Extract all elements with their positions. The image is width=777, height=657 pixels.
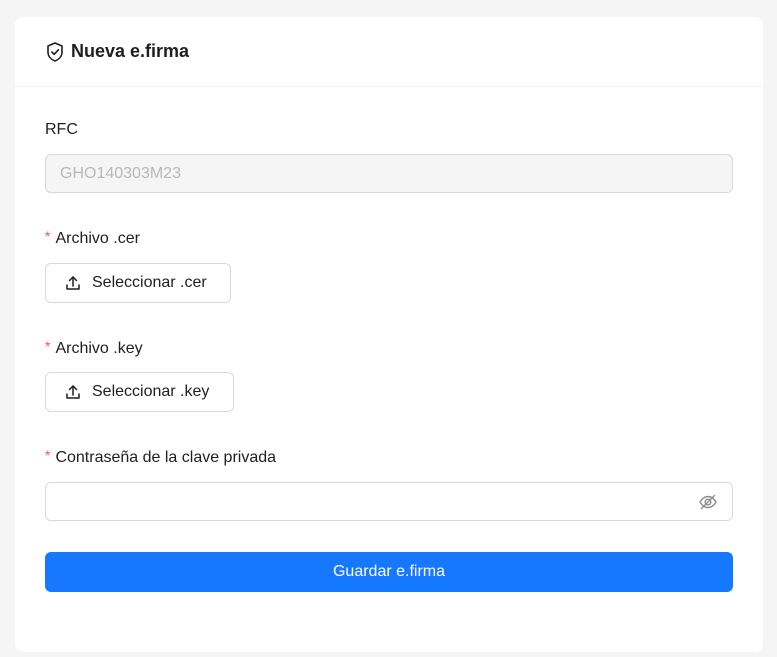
password-label: * Contraseña de la clave privada xyxy=(45,447,277,467)
required-mark: * xyxy=(45,338,51,354)
shield-check-icon xyxy=(45,41,65,63)
password-input[interactable] xyxy=(45,482,733,521)
select-key-label: Seleccionar .key xyxy=(92,383,210,400)
select-cer-button[interactable]: Seleccionar .cer xyxy=(45,263,231,303)
save-efirma-label: Guardar e.firma xyxy=(332,563,446,580)
card-header: Nueva e.firma xyxy=(15,17,763,87)
select-cer-label: Seleccionar .cer xyxy=(92,274,207,291)
efirma-card: Nueva e.firma RFC GHO140303M23 * Archivo… xyxy=(15,17,763,652)
eye-invisible-icon[interactable] xyxy=(698,492,718,512)
upload-icon xyxy=(64,274,82,292)
password-label-text: Contraseña de la clave privada xyxy=(55,449,277,466)
rfc-input[interactable]: GHO140303M23 xyxy=(45,154,733,193)
rfc-label-text: RFC xyxy=(45,121,78,138)
cer-label: * Archivo .cer xyxy=(45,228,140,248)
save-efirma-button[interactable]: Guardar e.firma xyxy=(45,552,733,592)
upload-icon xyxy=(64,383,82,401)
rfc-value: GHO140303M23 xyxy=(60,164,181,182)
required-mark: * xyxy=(45,228,51,244)
key-label: * Archivo .key xyxy=(45,338,143,358)
card-title: Nueva e.firma xyxy=(71,41,190,61)
rfc-label: RFC xyxy=(45,121,78,139)
key-label-text: Archivo .key xyxy=(55,340,143,357)
cer-label-text: Archivo .cer xyxy=(55,230,140,247)
required-mark: * xyxy=(45,447,51,463)
select-key-button[interactable]: Seleccionar .key xyxy=(45,372,234,412)
